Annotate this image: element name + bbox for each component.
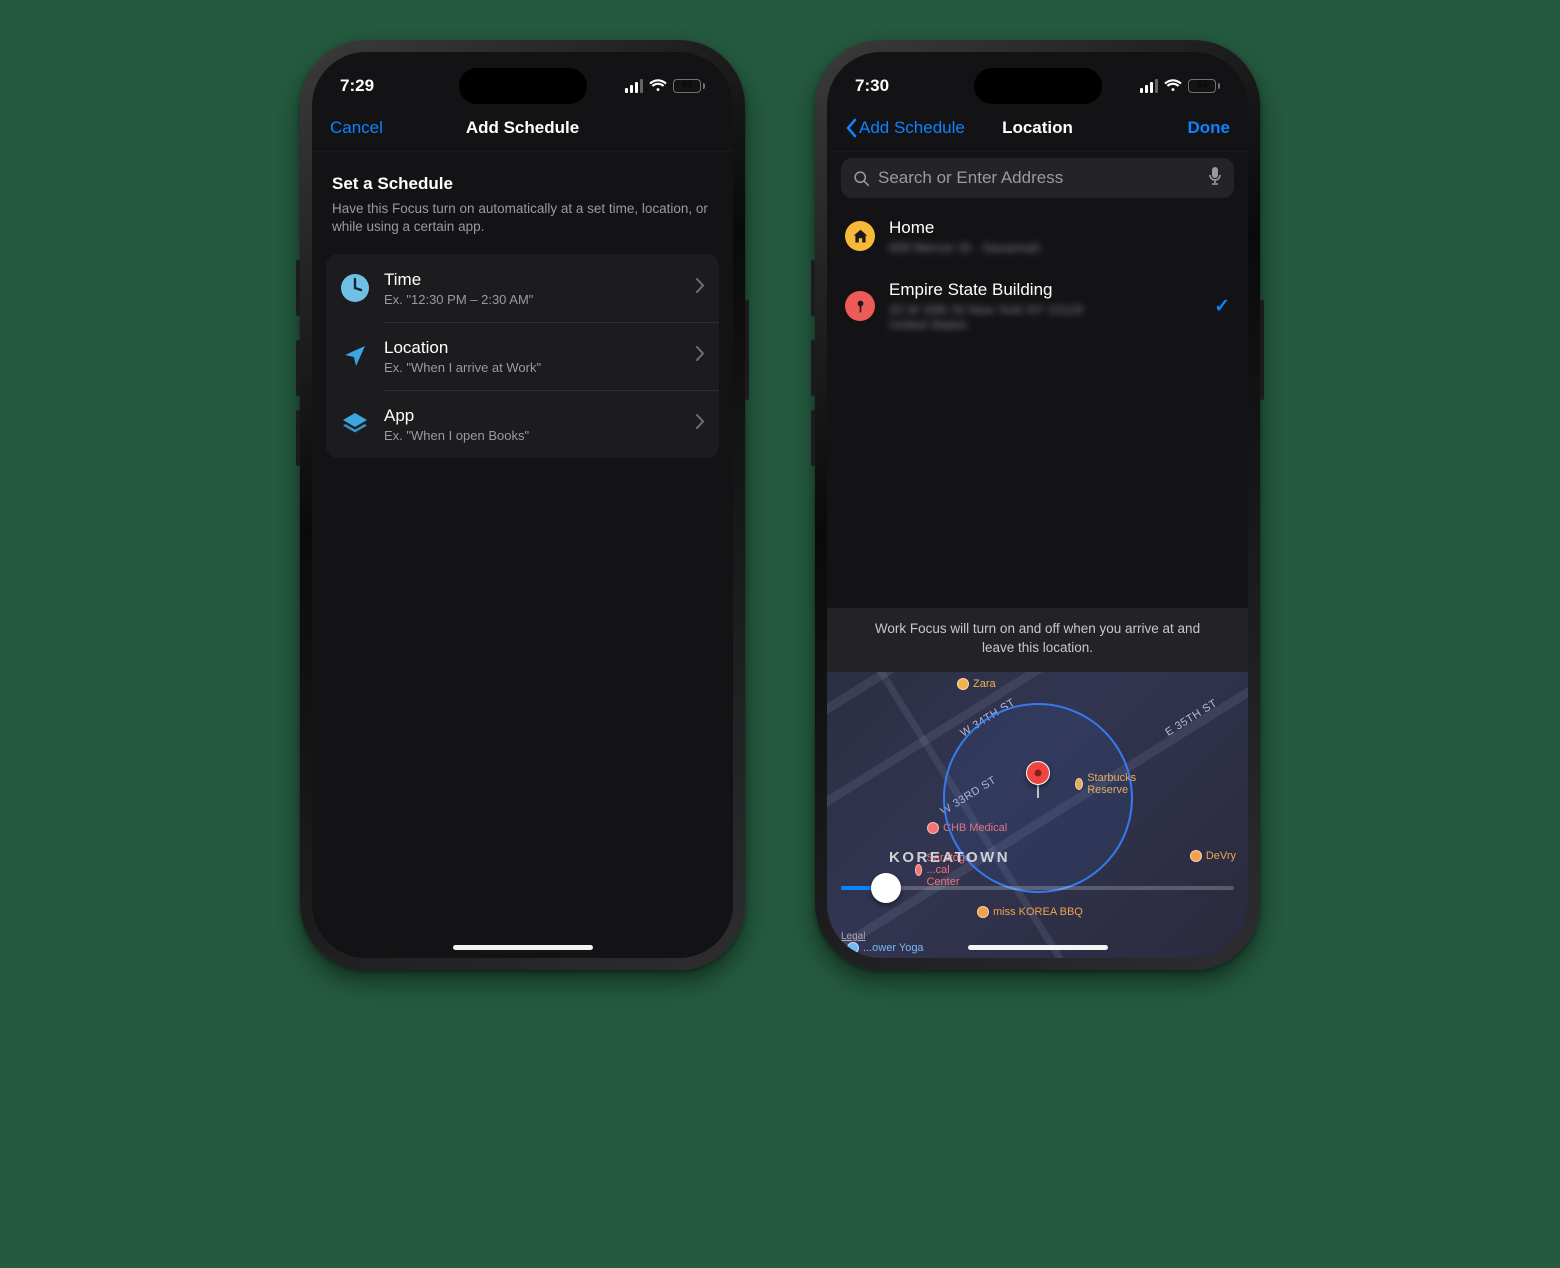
map-view[interactable]: W 34TH ST W 33RD ST E 35TH ST Zara Starb… bbox=[827, 672, 1248, 958]
status-time: 7:30 bbox=[855, 76, 889, 96]
cellular-icon bbox=[1140, 79, 1159, 93]
result-title: Home bbox=[889, 218, 1230, 238]
home-indicator[interactable] bbox=[453, 945, 593, 950]
section-title: Set a Schedule bbox=[332, 174, 713, 194]
home-icon bbox=[845, 221, 875, 251]
phone-right: 7:30 63 Add Schedule Location Done Searc bbox=[815, 40, 1260, 970]
chevron-right-icon bbox=[696, 346, 705, 366]
cancel-button[interactable]: Cancel bbox=[330, 118, 383, 138]
search-icon bbox=[853, 170, 870, 187]
chevron-right-icon bbox=[696, 414, 705, 434]
poi-yoga: ...ower Yoga bbox=[847, 942, 924, 954]
back-button[interactable]: Add Schedule bbox=[845, 118, 965, 138]
radius-slider[interactable] bbox=[827, 868, 1248, 908]
nav-bar: Cancel Add Schedule bbox=[312, 106, 733, 152]
poi-devry: DeVry bbox=[1190, 850, 1236, 862]
search-placeholder: Search or Enter Address bbox=[878, 168, 1200, 188]
status-time: 7:29 bbox=[340, 76, 374, 96]
search-input[interactable]: Search or Enter Address bbox=[841, 158, 1234, 198]
result-address: 20 W 34th St New York NY 10118 United St… bbox=[889, 302, 1200, 332]
clock-icon bbox=[340, 273, 370, 303]
chevron-right-icon bbox=[696, 278, 705, 298]
poi-zara: Zara bbox=[957, 678, 996, 690]
app-stack-icon bbox=[340, 409, 370, 439]
dynamic-island bbox=[974, 68, 1102, 104]
option-location[interactable]: Location Ex. "When I arrive at Work" bbox=[326, 322, 719, 390]
battery-icon: 63 bbox=[1188, 79, 1220, 93]
battery-icon: 63 bbox=[673, 79, 705, 93]
location-result-home[interactable]: Home 609 Mercer St · Savannah bbox=[827, 204, 1248, 268]
location-arrow-icon bbox=[340, 341, 370, 371]
option-time[interactable]: Time Ex. "12:30 PM – 2:30 AM" bbox=[326, 254, 719, 322]
result-address: 609 Mercer St · Savannah bbox=[889, 240, 1230, 255]
map-info-text: Work Focus will turn on and off when you… bbox=[827, 608, 1248, 672]
schedule-options-group: Time Ex. "12:30 PM – 2:30 AM" Location E… bbox=[326, 254, 719, 458]
pin-icon bbox=[845, 291, 875, 321]
option-location-title: Location bbox=[384, 338, 682, 358]
home-indicator[interactable] bbox=[968, 945, 1108, 950]
option-app-title: App bbox=[384, 406, 682, 426]
option-app[interactable]: App Ex. "When I open Books" bbox=[326, 390, 719, 458]
section-subtitle: Have this Focus turn on automatically at… bbox=[332, 200, 713, 236]
option-app-sub: Ex. "When I open Books" bbox=[384, 428, 682, 443]
wifi-icon bbox=[649, 79, 667, 93]
dictation-button[interactable] bbox=[1208, 166, 1222, 190]
nav-bar: Add Schedule Location Done bbox=[827, 106, 1248, 152]
dynamic-island bbox=[459, 68, 587, 104]
location-result-empire[interactable]: Empire State Building 20 W 34th St New Y… bbox=[827, 268, 1248, 344]
option-location-sub: Ex. "When I arrive at Work" bbox=[384, 360, 682, 375]
cellular-icon bbox=[625, 79, 644, 93]
map-legal-link[interactable]: Legal bbox=[841, 931, 865, 942]
wifi-icon bbox=[1164, 79, 1182, 93]
neighborhood-label: KOREATOWN bbox=[889, 849, 1010, 866]
phone-left: 7:29 63 Cancel Add Schedule Set a Schedu… bbox=[300, 40, 745, 970]
done-button[interactable]: Done bbox=[1188, 118, 1231, 138]
checkmark-icon: ✓ bbox=[1214, 295, 1230, 318]
option-time-sub: Ex. "12:30 PM – 2:30 AM" bbox=[384, 292, 682, 307]
result-title: Empire State Building bbox=[889, 280, 1200, 300]
map-pin bbox=[1026, 761, 1050, 798]
location-results: Home 609 Mercer St · Savannah Empire Sta… bbox=[827, 204, 1248, 344]
option-time-title: Time bbox=[384, 270, 682, 290]
